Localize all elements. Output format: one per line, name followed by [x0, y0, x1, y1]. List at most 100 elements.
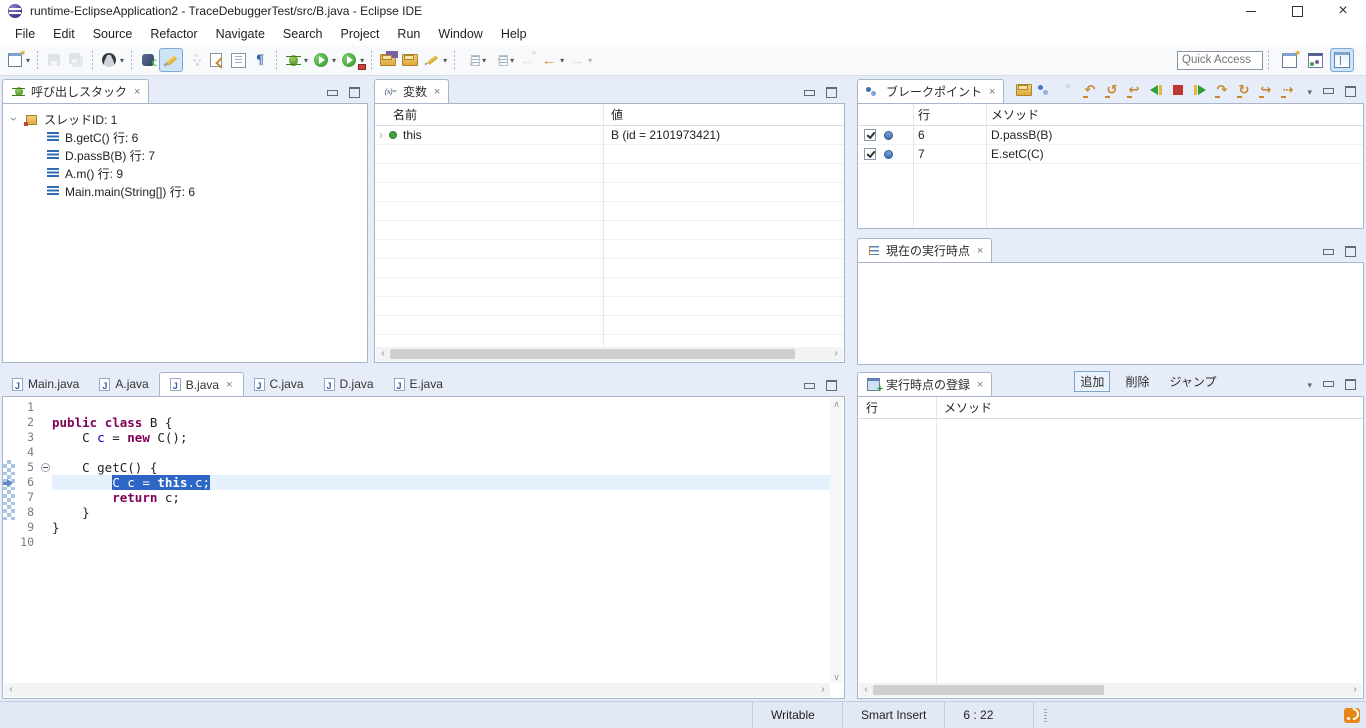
minimize-view-button[interactable] [327, 90, 338, 96]
resume-backward-button[interactable] [1146, 81, 1165, 99]
open-folder-button[interactable] [399, 49, 421, 71]
step-back-into-button[interactable] [1080, 81, 1099, 99]
debug-button[interactable]: ▾ [282, 49, 310, 71]
breakpoint-row[interactable]: 7E.setC(C) [858, 145, 1363, 164]
close-icon[interactable]: × [977, 379, 983, 391]
highlighter-button[interactable] [159, 48, 183, 72]
menu-project[interactable]: Project [332, 24, 389, 44]
expander-icon[interactable]: › [7, 114, 21, 124]
resume-button[interactable] [1190, 81, 1209, 99]
close-icon[interactable]: × [989, 86, 995, 98]
variables-tab[interactable]: 変数 × [374, 79, 449, 103]
minimize-view-button[interactable] [1323, 381, 1334, 387]
coverage-button[interactable]: ▾ [338, 49, 366, 71]
minimize-view-button[interactable] [1323, 88, 1334, 94]
terminate-button[interactable] [1168, 81, 1187, 99]
editor-tab-main-java[interactable]: Main.java [2, 372, 89, 396]
variable-row[interactable]: ›thisB (id = 2101973421) [375, 126, 844, 145]
horizontal-scrollbar[interactable]: ‹ › [859, 683, 1362, 697]
registration-tab[interactable]: 実行時点の登録 × [857, 372, 992, 396]
step-back-over-button[interactable] [1102, 81, 1121, 99]
last-edit-button[interactable] [516, 49, 538, 71]
minimize-view-button[interactable] [804, 383, 815, 389]
registration-button[interactable]: ジャンプ [1164, 372, 1221, 391]
menu-file[interactable]: File [6, 24, 44, 44]
expander-icon[interactable]: › [379, 128, 383, 142]
menu-navigate[interactable]: Navigate [207, 24, 274, 44]
dropdown-arrow-icon[interactable]: ▾ [560, 56, 564, 65]
editor-tab-d-java[interactable]: D.java [314, 372, 384, 396]
stack-frame-row[interactable]: A.m() 行: 9 [3, 164, 367, 182]
bp-open-folder-button[interactable] [1014, 81, 1033, 99]
user-account-button[interactable]: ▾ [98, 49, 126, 71]
breakpoint-row[interactable]: 6D.passB(B) [858, 126, 1363, 145]
thread-row[interactable]: ›スレッドID: 1 [3, 110, 367, 128]
column-header-line[interactable]: 行 [913, 106, 986, 123]
menu-run[interactable]: Run [388, 24, 429, 44]
maximize-view-button[interactable] [1345, 86, 1356, 97]
maximize-view-button[interactable] [1345, 379, 1356, 390]
menu-help[interactable]: Help [492, 24, 536, 44]
dropdown-arrow-icon[interactable]: ▾ [482, 56, 486, 65]
breakpoints-tab[interactable]: ブレークポイント × [857, 79, 1004, 103]
open-perspective-button[interactable] [1278, 49, 1300, 71]
prev-annotation-button[interactable]: ▾ [488, 49, 516, 71]
collapse-icon[interactable] [41, 463, 50, 472]
maximize-view-button[interactable] [1345, 246, 1356, 257]
debug-perspective-button[interactable] [1330, 48, 1354, 72]
new-wizard-button[interactable]: ▾ [4, 49, 32, 71]
menu-source[interactable]: Source [84, 24, 142, 44]
column-divider[interactable] [913, 104, 914, 228]
scroll-right-icon[interactable]: › [829, 347, 843, 361]
editor-tab-b-java[interactable]: B.java× [159, 372, 244, 396]
status-grip[interactable] [1044, 709, 1047, 722]
back-button[interactable]: ▾ [538, 49, 566, 71]
step-over-button[interactable] [1234, 81, 1253, 99]
scrollbar-thumb[interactable] [873, 685, 1104, 695]
trace-tool-button[interactable] [137, 49, 159, 71]
menu-window[interactable]: Window [429, 24, 491, 44]
step-return-button[interactable] [1256, 81, 1275, 99]
bp-skip-all-button[interactable] [1058, 81, 1077, 99]
dropdown-arrow-icon[interactable]: ▾ [443, 56, 447, 65]
run-to-line-button[interactable] [1278, 81, 1297, 99]
dropdown-arrow-icon[interactable]: ▾ [332, 56, 336, 65]
column-header-method[interactable]: メソッド [936, 399, 992, 416]
dropdown-arrow-icon[interactable]: ▾ [120, 56, 124, 65]
scrollbar-thumb[interactable] [390, 349, 795, 359]
code-editor[interactable]: 12public class B {3 C c = new C();45 C g… [3, 397, 831, 684]
maximize-view-button[interactable] [826, 87, 837, 98]
maximize-view-button[interactable] [826, 380, 837, 391]
menu-refactor[interactable]: Refactor [141, 24, 206, 44]
minimize-window-button[interactable] [1228, 0, 1274, 22]
minimize-view-button[interactable] [1323, 249, 1334, 255]
step-back-return-button[interactable] [1124, 81, 1143, 99]
maximize-view-button[interactable] [349, 87, 360, 98]
column-header-value[interactable]: 値 [603, 106, 623, 123]
close-window-button[interactable] [1320, 0, 1366, 22]
menu-search[interactable]: Search [274, 24, 332, 44]
step-into-button[interactable] [1212, 81, 1231, 99]
maximize-window-button[interactable] [1274, 0, 1320, 22]
next-annotation-button[interactable]: ▾ [460, 49, 488, 71]
horizontal-scrollbar[interactable]: ‹ › [376, 347, 843, 361]
bp-link-debug-button[interactable] [1036, 81, 1055, 99]
minimize-view-button[interactable] [804, 90, 815, 96]
save-button[interactable] [43, 49, 65, 71]
editor-tab-c-java[interactable]: C.java [244, 372, 314, 396]
column-header-method[interactable]: メソッド [986, 106, 1039, 123]
call-stack-tab[interactable]: 呼び出しスタック × [2, 79, 149, 103]
scroll-up-icon[interactable]: ∧ [833, 398, 840, 410]
doc-arrow-button[interactable] [205, 49, 227, 71]
close-icon[interactable]: × [977, 245, 983, 257]
view-menu-icon[interactable] [1307, 377, 1312, 391]
menu-edit[interactable]: Edit [44, 24, 84, 44]
vertical-scrollbar[interactable]: ∧ ∨ [830, 398, 843, 683]
java-perspective-button[interactable] [1304, 49, 1326, 71]
doc-frame-button[interactable] [227, 49, 249, 71]
scroll-left-icon[interactable]: ‹ [859, 683, 873, 697]
horizontal-scrollbar[interactable]: ‹ › [4, 683, 830, 697]
editor-tab-a-java[interactable]: A.java [89, 372, 158, 396]
view-menu-icon[interactable] [1307, 84, 1312, 98]
forward-button[interactable]: ▾ [566, 49, 594, 71]
